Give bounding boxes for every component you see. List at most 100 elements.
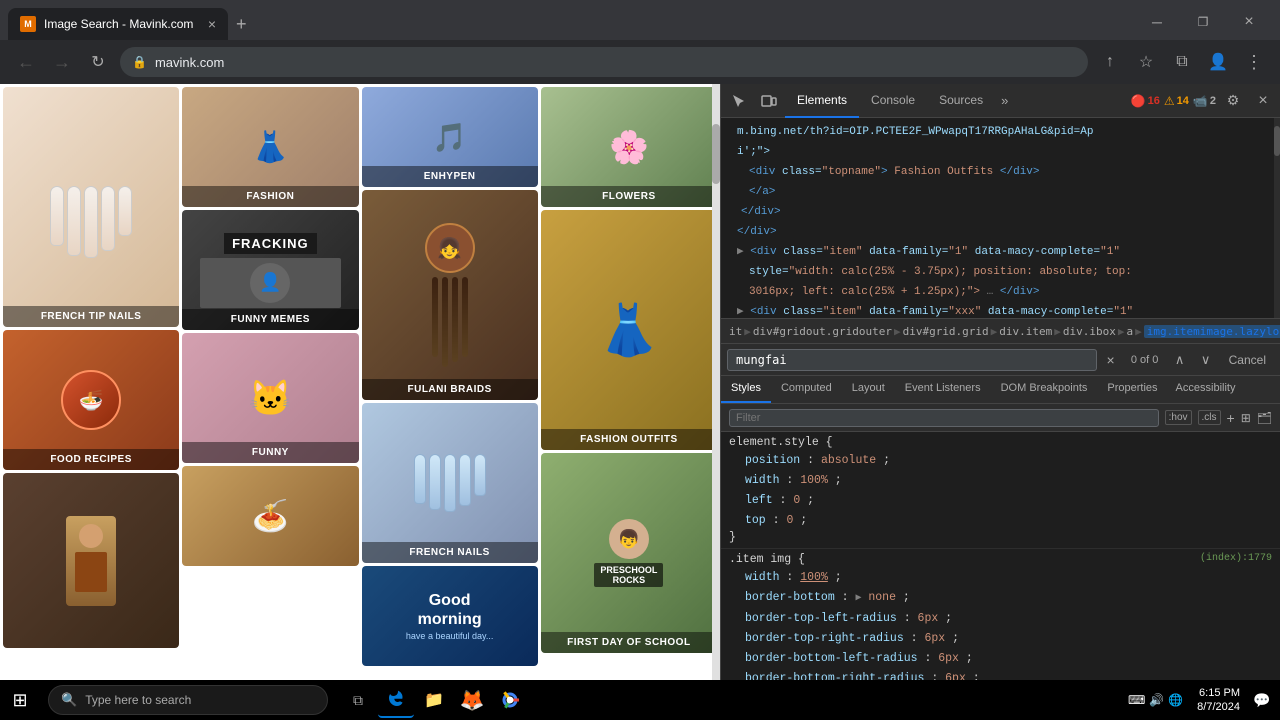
- style-copy-icon[interactable]: 🗂: [1257, 411, 1272, 425]
- css-property[interactable]: border-bottom-right-radius : 6px ;: [729, 669, 1272, 680]
- search-placeholder: Type here to search: [85, 693, 191, 707]
- tab-styles[interactable]: Styles: [721, 376, 771, 403]
- css-property[interactable]: position : absolute ;: [729, 451, 1272, 471]
- css-property[interactable]: border-top-right-radius : 6px ;: [729, 629, 1272, 649]
- extensions-icon[interactable]: ⧉: [1168, 48, 1196, 76]
- list-item[interactable]: 👦 PRESCHOOLROCKS First Day Of School: [541, 453, 717, 653]
- tab-dom-breakpoints[interactable]: DOM Breakpoints: [991, 376, 1098, 403]
- left-panel-scroll[interactable]: [712, 84, 720, 680]
- grid-item-label: Funny: [182, 442, 358, 463]
- taskbar-search[interactable]: 🔍 Type here to search: [48, 685, 328, 715]
- taskbar-app-edge[interactable]: [378, 682, 414, 718]
- class-filter-icon[interactable]: .cls: [1198, 410, 1221, 425]
- breadcrumb-item[interactable]: a: [1127, 325, 1134, 338]
- tab-sources[interactable]: Sources: [927, 84, 995, 118]
- close-window-button[interactable]: ×: [1226, 8, 1272, 36]
- tab-event-listeners[interactable]: Event Listeners: [895, 376, 991, 403]
- find-count: 0 of 0: [1125, 354, 1165, 366]
- tab-properties[interactable]: Properties: [1097, 376, 1167, 403]
- tab-close-icon[interactable]: ×: [208, 16, 216, 32]
- list-item[interactable]: Goodmorning have a beautiful day...: [362, 566, 538, 666]
- list-item[interactable]: French Tip Nails: [3, 87, 179, 327]
- css-selector: element.style {: [729, 436, 1272, 449]
- filter-input[interactable]: [729, 409, 1159, 427]
- devtools-close-icon[interactable]: ×: [1250, 88, 1276, 114]
- tray-icons[interactable]: ⌨ 🔊 🌐: [1122, 693, 1189, 707]
- css-property[interactable]: border-bottom : ▶ none ;: [729, 588, 1272, 609]
- add-style-icon[interactable]: +: [1227, 410, 1235, 426]
- tab-computed[interactable]: Computed: [771, 376, 842, 403]
- breadcrumb-item[interactable]: div.item: [999, 325, 1052, 338]
- breadcrumb-item[interactable]: div#grid.grid: [903, 325, 989, 338]
- find-cancel-button[interactable]: Cancel: [1221, 351, 1274, 369]
- list-item[interactable]: 👗 Fashion Outfits: [541, 210, 717, 450]
- video-badge[interactable]: 📹 2: [1193, 94, 1216, 108]
- breadcrumb-item[interactable]: div.ibox: [1063, 325, 1116, 338]
- lock-icon: 🔒: [132, 55, 147, 69]
- tab-accessibility[interactable]: Accessibility: [1168, 376, 1244, 403]
- find-prev-button[interactable]: ∧: [1169, 349, 1191, 371]
- back-button[interactable]: ←: [12, 48, 40, 76]
- warning-badge[interactable]: ⚠ 14: [1164, 94, 1189, 108]
- time-display: 6:15 PM: [1197, 686, 1240, 700]
- tab-favicon: M: [20, 16, 36, 32]
- list-item[interactable]: 🐱 Funny: [182, 333, 358, 463]
- breadcrumb-item[interactable]: div#gridout.gridouter: [753, 325, 892, 338]
- keyboard-icon[interactable]: ⌨: [1128, 693, 1145, 707]
- address-bar: ← → ↻ 🔒 mavink.com ↑ ☆ ⧉ 👤 ⋮: [0, 40, 1280, 84]
- taskbar-app-explorer[interactable]: 📁: [416, 682, 452, 718]
- pseudo-class-filter[interactable]: :hov: [1165, 410, 1192, 425]
- list-item[interactable]: 👧 Fulani Braids: [362, 190, 538, 400]
- bookmark-icon[interactable]: ☆: [1132, 48, 1160, 76]
- find-close-icon[interactable]: ×: [1101, 350, 1121, 370]
- tab-console[interactable]: Console: [859, 84, 927, 118]
- notification-center[interactable]: 💬: [1248, 686, 1276, 714]
- list-item[interactable]: 🍝: [182, 466, 358, 566]
- network-icon[interactable]: 🌐: [1168, 693, 1183, 707]
- new-style-rule-icon[interactable]: ⊞: [1241, 411, 1251, 425]
- device-mode-icon[interactable]: [755, 87, 783, 115]
- css-property[interactable]: border-top-left-radius : 6px ;: [729, 609, 1272, 629]
- grid-item-label: French Nails: [362, 542, 538, 563]
- devtools-settings-icon[interactable]: ⚙: [1220, 88, 1246, 114]
- task-view-button[interactable]: ⧉: [340, 682, 376, 718]
- taskbar-app-chrome[interactable]: [492, 682, 528, 718]
- list-item[interactable]: FRACKING 👤 Funny Memes: [182, 210, 358, 330]
- css-property[interactable]: border-bottom-left-radius : 6px ;: [729, 649, 1272, 669]
- minimize-button[interactable]: ─: [1134, 8, 1180, 36]
- breadcrumb-item[interactable]: img.itemimage.lazyloaded: [1144, 325, 1280, 338]
- url-bar[interactable]: 🔒 mavink.com: [120, 47, 1088, 77]
- breadcrumb-sep: ▶: [1118, 325, 1125, 338]
- list-item[interactable]: [3, 473, 179, 648]
- list-item[interactable]: 🍜 Food Recipes: [3, 330, 179, 470]
- share-icon[interactable]: ↑: [1096, 48, 1124, 76]
- cursor-inspect-icon[interactable]: [725, 87, 753, 115]
- list-item[interactable]: 🎵 Enhypen: [362, 87, 538, 187]
- refresh-button[interactable]: ↻: [84, 48, 112, 76]
- forward-button[interactable]: →: [48, 48, 76, 76]
- maximize-button[interactable]: ❐: [1180, 8, 1226, 36]
- start-button[interactable]: ⊞: [0, 680, 40, 720]
- find-input[interactable]: [727, 349, 1097, 371]
- tab-elements[interactable]: Elements: [785, 84, 859, 118]
- css-property[interactable]: top : 0 ;: [729, 511, 1272, 531]
- find-next-button[interactable]: ∨: [1195, 349, 1217, 371]
- list-item[interactable]: 👗 Fashion: [182, 87, 358, 207]
- css-property[interactable]: width : 100% ;: [729, 568, 1272, 588]
- taskbar-app-firefox[interactable]: 🦊: [454, 682, 490, 718]
- tab-layout[interactable]: Layout: [842, 376, 895, 403]
- breadcrumb-item[interactable]: it: [729, 325, 742, 338]
- more-tabs-icon[interactable]: »: [995, 89, 1014, 112]
- error-badge[interactable]: 🔴 16: [1131, 94, 1160, 108]
- css-property[interactable]: width : 100% ;: [729, 471, 1272, 491]
- list-item[interactable]: French Nails: [362, 403, 538, 563]
- menu-icon[interactable]: ⋮: [1240, 48, 1268, 76]
- list-item[interactable]: 🌸 Flowers: [541, 87, 717, 207]
- css-property[interactable]: left : 0 ;: [729, 491, 1272, 511]
- clock[interactable]: 6:15 PM 8/7/2024: [1191, 686, 1246, 715]
- browser-tab[interactable]: M Image Search - Mavink.com ×: [8, 8, 228, 40]
- profile-icon[interactable]: 👤: [1204, 48, 1232, 76]
- new-tab-button[interactable]: +: [228, 8, 255, 40]
- volume-icon[interactable]: 🔊: [1149, 693, 1164, 707]
- tab-bar: M Image Search - Mavink.com × + ─ ❐ ×: [0, 0, 1280, 40]
